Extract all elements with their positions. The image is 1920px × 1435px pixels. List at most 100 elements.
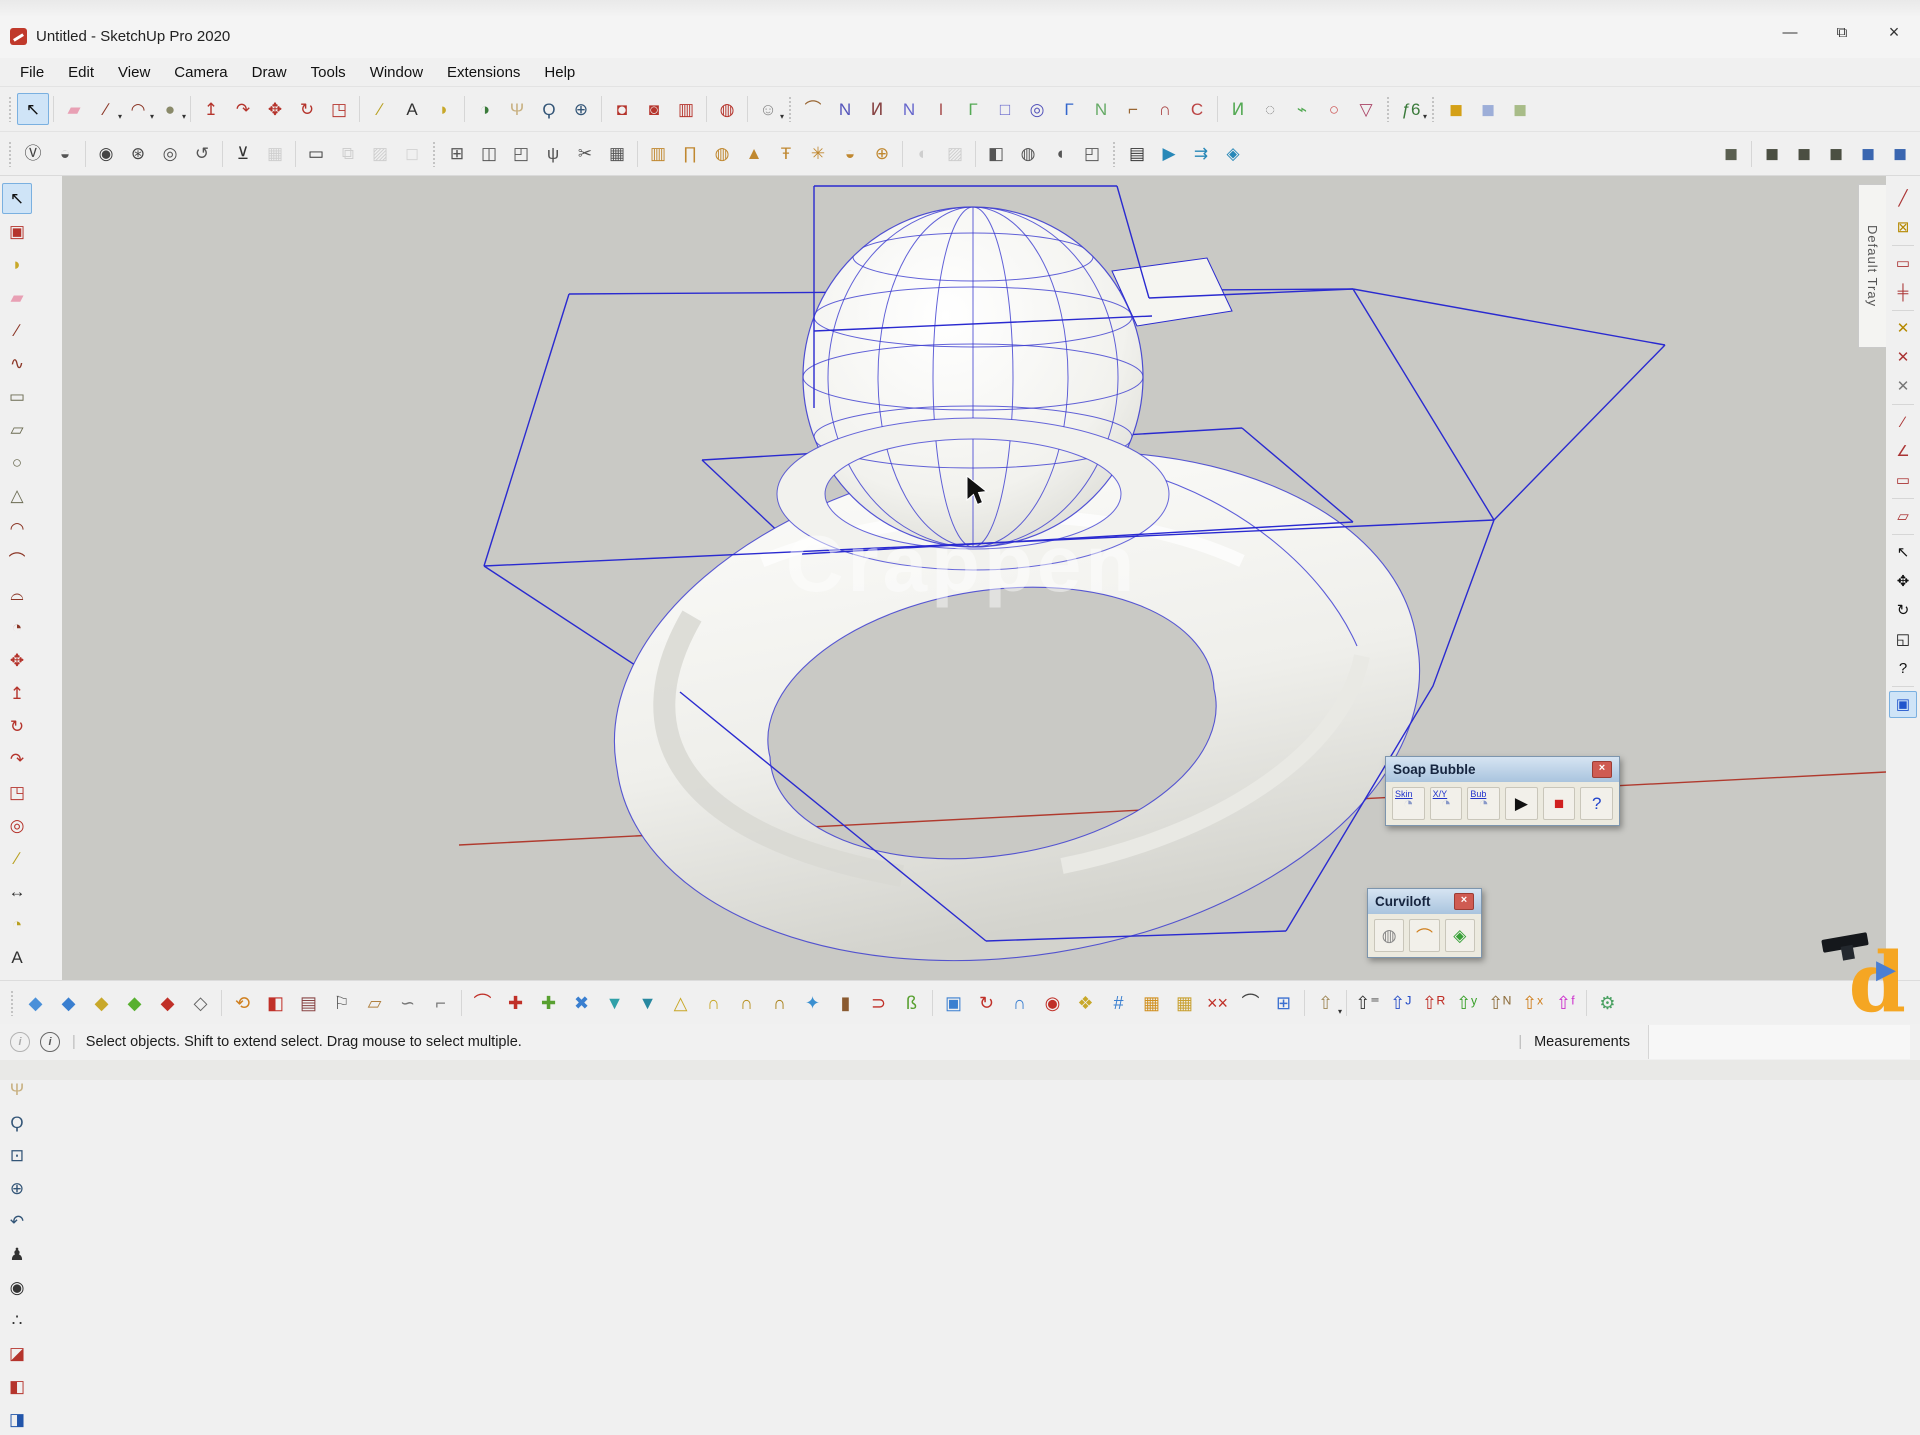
vray-fur-button[interactable]: ψ xyxy=(537,138,569,170)
tape-measure-tool[interactable]: ∕ xyxy=(2,843,32,874)
vray-half-sphere-button[interactable]: ◖ xyxy=(1044,138,1076,170)
bezier-curve-tool[interactable]: Ν xyxy=(829,93,861,125)
vray-compare-button[interactable]: ▨ xyxy=(364,138,396,170)
offset-tool[interactable]: ◎ xyxy=(2,810,32,841)
vray-emissive-sphere-button[interactable]: ⊕ xyxy=(866,138,898,170)
vray-sphere-grid-button[interactable]: ◍ xyxy=(1012,138,1044,170)
ffd-box-green-tool[interactable]: ◆ xyxy=(118,986,151,1020)
move-tool[interactable]: ✥ xyxy=(2,645,32,676)
vray-proxy-export-button[interactable]: ◫ xyxy=(473,138,505,170)
flag-tool[interactable]: ⚐ xyxy=(325,986,358,1020)
ffd-box-yellow-tool[interactable]: ◆ xyxy=(85,986,118,1020)
grid-table-tool[interactable]: ▤ xyxy=(292,986,325,1020)
selection-cube-button-1[interactable]: ◼ xyxy=(1756,138,1788,170)
menu-extensions[interactable]: Extensions xyxy=(435,61,532,84)
send-to-layout-button[interactable]: ▥ xyxy=(670,93,702,125)
vray-batch-render-button[interactable]: ⊻ xyxy=(227,138,259,170)
look-around-tool[interactable]: ◉ xyxy=(2,1272,32,1303)
hook-red-tool[interactable]: ⊃ xyxy=(862,986,895,1020)
bezier-cap-tool[interactable]: ∩ xyxy=(1149,93,1181,125)
add-location-button[interactable]: ◍ xyxy=(711,93,743,125)
cube-arch-tool[interactable]: ∩ xyxy=(1003,986,1036,1020)
animation-play-button[interactable]: ▶ xyxy=(1153,138,1185,170)
split-blue-tool[interactable]: ✖ xyxy=(565,986,598,1020)
scale-tool[interactable]: ◳ xyxy=(323,93,355,125)
bezier-n-tool[interactable]: Ν xyxy=(893,93,925,125)
minimize-button[interactable]: — xyxy=(1764,12,1816,52)
loft-by-spline-button[interactable]: ◍ xyxy=(1374,919,1404,952)
grid-pad-tool-2[interactable]: ▦ xyxy=(1168,986,1201,1020)
bezier-hook-tool[interactable]: ⌐ xyxy=(1117,93,1149,125)
zoom-window-tool[interactable]: ⊡ xyxy=(2,1140,32,1171)
axon-cube-blue-button[interactable]: ◼ xyxy=(1472,93,1504,125)
stop-button[interactable]: ■ xyxy=(1543,787,1576,820)
globe-icon[interactable]: i xyxy=(10,1032,30,1052)
fredoscale-f6-button[interactable]: ƒ6▾ xyxy=(1395,93,1427,125)
shield-dot-tool[interactable]: ◉ xyxy=(1036,986,1069,1020)
vray-palette-button[interactable]: ◒ xyxy=(49,138,81,170)
rect-nodes-tool[interactable]: ▭ xyxy=(1889,250,1917,277)
curve-wrench-tool[interactable]: ⌁ xyxy=(1286,93,1318,125)
vray-asset-editor-button[interactable]: Ⓥ xyxy=(17,138,49,170)
cone-projection-tool[interactable]: △ xyxy=(664,986,697,1020)
arch-bend-tool-2[interactable]: ∩ xyxy=(730,986,763,1020)
play-button[interactable]: ▶ xyxy=(1505,787,1538,820)
zoom-previous-tool[interactable]: ↶ xyxy=(2,1206,32,1237)
polyline-divider-tool[interactable]: Ͷ xyxy=(1222,93,1254,125)
skinning-button[interactable]: ◈ xyxy=(1445,919,1475,952)
bezier-c-tool[interactable]: Ϲ xyxy=(1181,93,1213,125)
flower-cluster-tool[interactable]: ❖ xyxy=(1069,986,1102,1020)
move-free-tool[interactable]: ✥ xyxy=(1889,568,1917,595)
selection-cube-button-3[interactable]: ◼ xyxy=(1820,138,1852,170)
vray-vfb-window-button[interactable]: ▭ xyxy=(300,138,332,170)
add-detail-green-tool[interactable]: ✚ xyxy=(532,986,565,1020)
follow-me-tool[interactable]: ↷ xyxy=(2,744,32,775)
vray-clipper-button[interactable]: ✂ xyxy=(569,138,601,170)
ffd-box-blue-tool[interactable]: ◆ xyxy=(52,986,85,1020)
curve-nodes-tool[interactable]: ⌒ xyxy=(466,986,499,1020)
bezier-spiral-tool[interactable]: ◎ xyxy=(1021,93,1053,125)
vray-mesh-light-window-button[interactable]: ▦ xyxy=(601,138,633,170)
vray-ies-light-button[interactable]: Ŧ xyxy=(770,138,802,170)
half-ellipse-tool[interactable]: ▽ xyxy=(1350,93,1382,125)
vray-interactive-render-button[interactable]: ⊛ xyxy=(122,138,154,170)
bucket-brown-tool[interactable]: ▮ xyxy=(829,986,862,1020)
component-gear-tool[interactable]: ⚙ xyxy=(1591,986,1624,1020)
polyline-nodes-tool[interactable]: ∕ xyxy=(1889,409,1917,436)
bezier-corner-blue-tool[interactable]: Γ xyxy=(1053,93,1085,125)
push-pull-dropdown-tool[interactable]: ⇧▾ xyxy=(1309,986,1342,1020)
dashed-arc-tool[interactable]: ⌒ xyxy=(1234,986,1267,1020)
zoom-tool[interactable]: Ϙ xyxy=(2,1107,32,1138)
menu-file[interactable]: File xyxy=(8,61,56,84)
menu-edit[interactable]: Edit xyxy=(56,61,106,84)
menu-view[interactable]: View xyxy=(106,61,162,84)
angle-nodes-tool[interactable]: ∠ xyxy=(1889,438,1917,465)
vray-omni-light-button[interactable]: ✳ xyxy=(802,138,834,170)
curviloft-close-button[interactable]: × xyxy=(1454,893,1474,910)
3d-warehouse-button[interactable]: ◘ xyxy=(606,93,638,125)
vray-frame-buffer-button[interactable]: ▦ xyxy=(259,138,291,170)
animation-phases-button[interactable]: ⇉ xyxy=(1185,138,1217,170)
quad-lasso-tool[interactable]: ▱ xyxy=(1889,503,1917,530)
section-display-tool[interactable]: ◨ xyxy=(2,1404,32,1435)
vray-plane-light-button[interactable]: ∏ xyxy=(674,138,706,170)
vray-render-button[interactable]: ◉ xyxy=(90,138,122,170)
joint-push-pull-n-tool[interactable]: ⇧ᴺ xyxy=(1483,986,1516,1020)
double-x-red-tool[interactable]: ×× xyxy=(1201,986,1234,1020)
joint-push-pull-x-tool[interactable]: ⇧ˣ xyxy=(1516,986,1549,1020)
bezier-handles-tool[interactable]: ⌒ xyxy=(797,93,829,125)
section-fill-tool[interactable]: ◧ xyxy=(2,1371,32,1402)
two-point-arc-tool[interactable]: ⌒ xyxy=(2,546,32,577)
menu-tools[interactable]: Tools xyxy=(299,61,358,84)
soap-bubble-titlebar[interactable]: Soap Bubble × xyxy=(1386,757,1619,782)
red-panel-tool[interactable]: ◧ xyxy=(259,986,292,1020)
arch-bend-tool-3[interactable]: ∩ xyxy=(763,986,796,1020)
zoom-tool[interactable]: Ϙ xyxy=(533,93,565,125)
skin-button[interactable]: Skin◔ xyxy=(1392,787,1425,820)
vray-viewport-render-button[interactable]: ◎ xyxy=(154,138,186,170)
dashed-circle-tool[interactable]: ◌ xyxy=(1254,93,1286,125)
vray-rect-light-button[interactable]: ▥ xyxy=(642,138,674,170)
vray-proxy-import-button[interactable]: ◰ xyxy=(505,138,537,170)
text-tool[interactable]: A xyxy=(2,942,32,973)
walk-tool[interactable]: ∴ xyxy=(2,1305,32,1336)
